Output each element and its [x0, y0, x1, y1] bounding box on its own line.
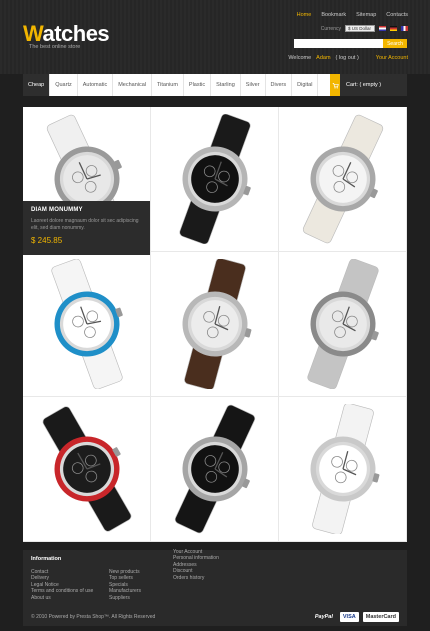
nav-item-starling[interactable]: Starling [211, 74, 241, 96]
red-sport-watch-icon [42, 406, 131, 532]
product-card[interactable] [23, 252, 151, 397]
visa-icon: VISA [339, 612, 359, 622]
nav-item-cheap[interactable]: Cheap [23, 74, 51, 96]
tagline: The best online store [29, 44, 81, 50]
black-steel-chronograph-watch-icon [174, 404, 255, 534]
search-box: Search [294, 39, 407, 48]
cart-icon [330, 74, 340, 96]
top-links: Home Bookmark Sitemap Contacts [297, 12, 408, 18]
currency-label: Currency [320, 25, 341, 32]
brown-leather-watch-icon [182, 259, 251, 389]
featured-product-price: $ 245.85 [31, 236, 63, 245]
featured-product-name: DIAM MONUMMY [31, 207, 83, 213]
mastercard-icon: MasterCard [362, 612, 399, 622]
product-card[interactable] [151, 252, 279, 397]
nav-item-mechanical[interactable]: Mechanical [113, 74, 153, 96]
product-card[interactable] [279, 397, 407, 542]
header: Watches The best online store Home Bookm… [0, 0, 430, 74]
product-card[interactable] [23, 397, 151, 542]
footer-column-info: Contact Delivery Legal Notice Terms and … [31, 569, 93, 601]
product-card[interactable] [279, 107, 407, 252]
nav-item-plastic[interactable]: Plastic [184, 74, 212, 96]
currency-row: Currency $ US Dollar [321, 25, 408, 32]
footer-link[interactable]: Manufacturers [109, 588, 141, 594]
nav-item-silver[interactable]: Silver [241, 74, 266, 96]
footer-link[interactable]: Suppliers [109, 595, 141, 601]
top-link-bookmark[interactable]: Bookmark [321, 12, 346, 18]
welcome-text: Welcome [288, 55, 312, 61]
nav-item-divers[interactable]: Divers [266, 74, 293, 96]
featured-product-description: Laoreet dolore magnaum dolor sit sec adi… [31, 218, 139, 231]
product-card[interactable] [279, 252, 407, 397]
copyright: © 2010 Powered by Presta Shop™. All Righ… [31, 614, 156, 620]
orange-diver-watch-icon [310, 404, 379, 534]
currency-select[interactable]: $ US Dollar [345, 25, 375, 32]
german-flag-icon[interactable] [390, 26, 397, 31]
nav-item-titanium[interactable]: Titanium [152, 74, 184, 96]
black-chronograph-watch-icon [178, 114, 251, 244]
logout-link[interactable]: ( log out ) [336, 55, 359, 61]
footer-column-account: Your Account Personal information Addres… [173, 549, 219, 581]
french-flag-icon[interactable] [401, 26, 408, 31]
footer: Information Contact Delivery Legal Notic… [23, 549, 407, 626]
nav-item-digital[interactable]: Digital [292, 74, 319, 96]
nav-item-quartz[interactable]: Quartz [50, 74, 78, 96]
blue-sport-watch-icon [50, 259, 123, 389]
footer-link[interactable]: About us [31, 595, 93, 601]
nav-item-automatic[interactable]: Automatic [78, 74, 114, 96]
footer-column-products: New products Top sellers Specials Manufa… [109, 569, 141, 601]
footer-link[interactable]: Terms and conditions of use [31, 588, 93, 594]
page: Watches The best online store Home Bookm… [0, 0, 430, 631]
product-grid [23, 107, 407, 542]
category-nav: Cheap Quartz Automatic Mechanical Titani… [23, 74, 407, 96]
your-account-link[interactable]: Your Account [376, 55, 408, 61]
paypal-icon: PayPal [314, 614, 333, 620]
footer-link[interactable]: Personal information [173, 555, 219, 561]
cart-label: Cart: ( empty ) [346, 82, 382, 88]
featured-product-overlay[interactable]: DIAM MONUMMY Laoreet dolore magnaum dolo… [23, 201, 150, 255]
search-button[interactable]: Search [383, 39, 407, 48]
product-card[interactable] [151, 397, 279, 542]
user-name: Adam [316, 55, 331, 61]
logo-initial: W [23, 21, 43, 46]
steel-chronograph-watch-icon [306, 259, 379, 389]
top-link-sitemap[interactable]: Sitemap [356, 12, 376, 18]
top-link-home[interactable]: Home [297, 12, 312, 18]
account-row: Welcome Adam ( log out ) Your Account [288, 55, 408, 61]
english-flag-icon[interactable] [379, 26, 386, 31]
cart-button[interactable]: Cart: ( empty ) [330, 74, 407, 96]
white-chronograph-watch-icon [302, 114, 383, 244]
logo-text: atches [42, 21, 110, 46]
top-link-contacts[interactable]: Contacts [386, 12, 408, 18]
payment-methods: PayPal VISA MasterCard [312, 612, 399, 622]
footer-link[interactable]: Orders history [173, 575, 219, 581]
product-card[interactable] [151, 107, 279, 252]
search-input[interactable] [294, 39, 383, 48]
